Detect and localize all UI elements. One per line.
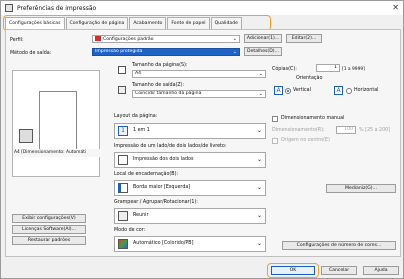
color-mode-label: Modo de cor: xyxy=(114,228,146,233)
output-size-label: Tamanho de saída(Z): xyxy=(132,83,185,88)
output-method-select[interactable]: Impressão protegida ⌄ xyxy=(92,48,240,56)
page-size-label: Tamanho da página(S): xyxy=(132,63,188,68)
portrait-label: Vertical xyxy=(293,88,311,93)
binding-left-icon xyxy=(118,183,128,193)
binding-label: Local de encadernação(B): xyxy=(114,172,179,177)
gutter-button[interactable]: Medianiz(G)... xyxy=(326,184,396,193)
portrait-icon: A xyxy=(274,86,283,95)
chevron-down-icon: ⌄ xyxy=(256,156,262,163)
page-size-select[interactable]: A4 ⌄ xyxy=(132,70,266,78)
view-settings-button[interactable]: Exibir configurações(V) xyxy=(12,214,86,223)
finishing-select[interactable]: Reunir ⌄ xyxy=(114,208,266,224)
restore-defaults-button[interactable]: Restaurar padrões xyxy=(12,236,86,245)
output-method-value: Impressão protegida xyxy=(95,49,143,54)
software-license-button[interactable]: Licenças Software(Al)... xyxy=(12,225,86,234)
chevron-down-icon: ⌄ xyxy=(232,36,237,42)
profile-value: Configurações padrão xyxy=(103,37,154,42)
collate-icon xyxy=(118,211,128,221)
preview-caption: A4 [Dimensionamento: Automáti xyxy=(13,149,101,157)
binding-select[interactable]: Borda maior [Esquerda] ⌄ xyxy=(114,180,266,196)
output-method-label: Método de saída: xyxy=(10,51,52,56)
print-preferences-window: Preferências de impressão ✕ Configuraçõe… xyxy=(0,0,404,279)
landscape-radio[interactable] xyxy=(346,88,352,94)
color-mode-value: Automático [Colorido/PB] xyxy=(133,241,194,246)
portrait-radio[interactable] xyxy=(285,88,291,94)
profile-select[interactable]: Configurações padrão ⌄ xyxy=(92,35,240,43)
close-icon[interactable]: ✕ xyxy=(392,3,399,12)
copies-range: [1 a 9999] xyxy=(342,67,365,72)
color-count-settings-button[interactable]: Configurações de número de cores... xyxy=(282,241,396,250)
profile-icon xyxy=(95,36,101,41)
cancel-button[interactable]: Cancelar xyxy=(321,266,357,275)
scale-range: % [25 a 200] xyxy=(359,128,391,133)
window-title: Preferências de impressão xyxy=(17,4,97,12)
finishing-label: Grampear / Agrupar/Rotacionar(1): xyxy=(114,200,198,205)
output-details-button[interactable]: Detalhes(D)... xyxy=(244,47,282,56)
page-size-icon xyxy=(118,66,126,74)
page-preview: A4 [Dimensionamento: Automáti xyxy=(12,70,101,177)
layout-value: 1 em 1 xyxy=(133,128,150,133)
add-profile-button[interactable]: Adicionar(1)... xyxy=(244,34,282,43)
page-size-value: A4 xyxy=(135,71,142,76)
paper-stack-icon xyxy=(19,129,33,143)
copies-label: Cópias(C): xyxy=(272,67,297,72)
landscape-label: Horizontal xyxy=(354,88,379,93)
layout-1up-icon: 1 xyxy=(118,126,128,136)
preview-paper xyxy=(39,91,77,151)
ok-highlight-frame xyxy=(267,263,319,278)
output-size-value: Coincidir tamanho da página xyxy=(135,91,202,96)
layout-label: Layout da página: xyxy=(114,114,158,119)
basic-settings-panel: Perfil: Configurações padrão ⌄ Adicionar… xyxy=(5,29,401,257)
print-type-value: Impressão dos dois lados xyxy=(133,157,194,162)
chevron-down-icon: ⌄ xyxy=(256,127,262,134)
manual-scaling-label: Dimensionamento manual xyxy=(281,116,345,121)
chevron-down-icon: ⌄ xyxy=(256,184,262,191)
color-mode-select[interactable]: Automático [Colorido/PB] ⌄ xyxy=(114,236,266,252)
binding-value: Borda maior [Esquerda] xyxy=(133,185,191,190)
printer-icon xyxy=(5,4,13,12)
output-size-select[interactable]: Coincidir tamanho da página ⌄ xyxy=(132,90,266,98)
landscape-icon: A xyxy=(334,86,343,95)
chevron-down-icon: ⌄ xyxy=(258,91,263,97)
copies-input[interactable]: 1 xyxy=(316,64,340,72)
print-type-select[interactable]: Impressão dos dois lados ⌄ xyxy=(114,152,266,168)
center-origin-checkbox[interactable] xyxy=(272,138,278,144)
color-mode-icon xyxy=(118,239,128,249)
finishing-value: Reunir xyxy=(133,213,149,218)
output-size-icon xyxy=(118,86,126,94)
profile-label: Perfil: xyxy=(10,38,24,43)
edit-profile-button[interactable]: Editar(2)... xyxy=(286,34,322,43)
chevron-down-icon: ⌄ xyxy=(258,71,263,77)
manual-scaling-checkbox[interactable] xyxy=(272,116,278,122)
chevron-down-icon: ⌄ xyxy=(256,212,262,219)
layout-select[interactable]: 1 1 em 1 ⌄ xyxy=(114,123,266,139)
chevron-down-icon: ⌄ xyxy=(232,49,237,55)
print-type-label: Impressão de um lado/de dois lados/de li… xyxy=(114,144,227,149)
title-bar: Preferências de impressão ✕ xyxy=(1,1,403,15)
scale-input[interactable]: 100 xyxy=(336,126,356,134)
chevron-down-icon: ⌄ xyxy=(256,240,262,247)
scale-label: Dimensionamento(R): xyxy=(272,128,325,133)
duplex-icon xyxy=(118,155,128,165)
orientation-label: Orientação xyxy=(296,76,323,81)
center-origin-label: Origem no centro(E) xyxy=(281,138,330,143)
help-button[interactable]: Ajuda xyxy=(363,266,399,275)
